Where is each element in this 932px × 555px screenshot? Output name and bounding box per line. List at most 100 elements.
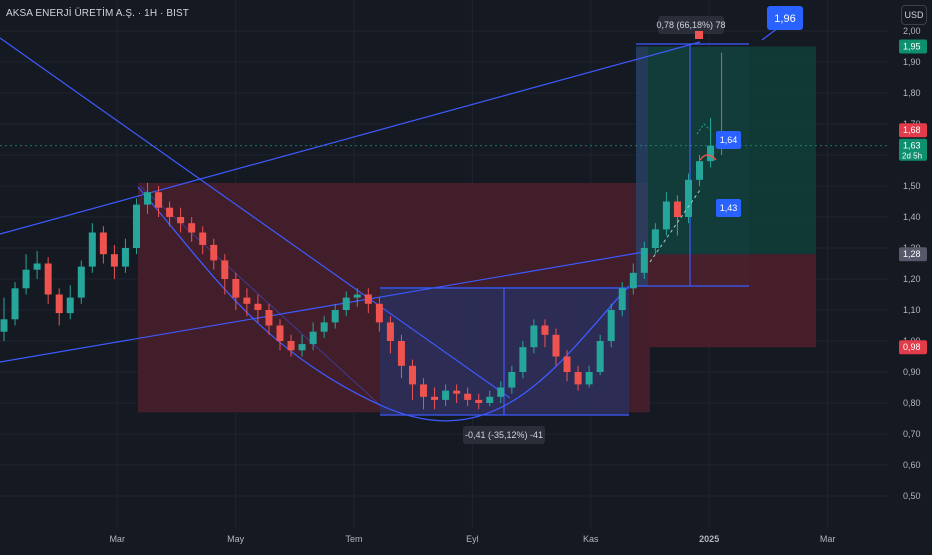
candle — [696, 161, 704, 180]
candle — [144, 192, 152, 205]
candle — [420, 384, 428, 397]
candle — [210, 244, 218, 261]
price-tick-label: 0,70 — [903, 429, 921, 439]
candle — [662, 201, 670, 230]
candle — [475, 399, 483, 403]
candle — [132, 204, 140, 248]
candle — [431, 396, 439, 400]
label-164: 1,64 — [720, 135, 738, 145]
price-badge-label: 0,98 — [903, 342, 921, 352]
candle — [177, 217, 185, 224]
candle — [155, 192, 163, 208]
candle — [508, 372, 516, 388]
chart-title: AKSA ENERJİ ÜRETİM A.Ş. · 1H · BIST — [6, 8, 189, 19]
measure-bottom-label: -0,41 (-35,12%) -41 — [465, 430, 543, 440]
candle — [397, 341, 405, 366]
candle — [287, 341, 295, 351]
price-axis: 2,001,901,801,701,601,501,401,301,201,10… — [888, 0, 932, 550]
candle — [684, 179, 692, 217]
price-tick-label: 0,60 — [903, 460, 921, 470]
time-label: 2025 — [699, 534, 719, 544]
candle — [585, 372, 593, 385]
candle — [11, 288, 19, 320]
chart-area[interactable]: 0,78 (66,18%) 78 -0,41 (-35,12%) -41 1,96 1… — [0, 0, 932, 550]
candle — [651, 229, 659, 248]
time-label: Mar — [820, 534, 836, 544]
price-badge-label: 1,68 — [903, 125, 921, 135]
price-badge-countdown: 2d 5h — [902, 152, 922, 161]
time-label: May — [227, 534, 245, 544]
price-tick-label: 0,90 — [903, 367, 921, 377]
candle — [188, 223, 196, 233]
candle — [254, 303, 262, 310]
price-chart[interactable]: 0,78 (66,18%) 78 -0,41 (-35,12%) -41 1,96 1… — [0, 0, 932, 550]
label-143: 1,43 — [720, 203, 738, 213]
candle — [22, 269, 30, 289]
candle — [33, 263, 41, 270]
candle — [552, 334, 560, 357]
price-badge-label: 1,95 — [903, 42, 921, 52]
candle — [486, 396, 494, 403]
candle — [243, 297, 251, 304]
target-label: 1,96 — [774, 13, 795, 25]
candle — [364, 294, 372, 304]
candle — [386, 322, 394, 341]
price-tick-label: 0,50 — [903, 491, 921, 501]
candle — [596, 341, 604, 372]
time-label: Eyl — [466, 534, 479, 544]
candle — [320, 322, 328, 332]
candle — [276, 325, 284, 341]
candle — [574, 372, 582, 385]
price-tick-label: 1,20 — [903, 274, 921, 284]
measure-top-label: 0,78 (66,18%) 78 — [656, 20, 725, 30]
candle — [44, 263, 52, 295]
candle — [221, 260, 229, 279]
candle — [309, 331, 317, 345]
candle — [265, 310, 273, 326]
candle — [331, 310, 339, 323]
candle — [442, 390, 450, 400]
price-tick-label: 1,90 — [903, 57, 921, 67]
candle — [541, 325, 549, 335]
candle — [629, 272, 637, 289]
time-label: Tem — [345, 534, 362, 544]
candle — [99, 232, 107, 255]
stop-zone — [648, 254, 816, 348]
price-badge-label: 1,28 — [903, 249, 921, 259]
candle — [640, 248, 648, 273]
candle — [121, 248, 129, 267]
candle — [375, 303, 383, 323]
candle — [453, 390, 461, 394]
candle — [342, 297, 350, 310]
time-label: Kas — [583, 534, 599, 544]
time-axis: MarMayTemEylKas2025MarMayTemEylKas2026Ma… — [0, 528, 932, 550]
currency-button[interactable]: USD — [901, 5, 927, 25]
measure-top-marker — [695, 31, 703, 39]
candle — [464, 393, 472, 400]
candle — [497, 387, 505, 397]
price-tick-label: 2,00 — [903, 26, 921, 36]
candle — [530, 325, 538, 348]
price-tick-label: 0,80 — [903, 398, 921, 408]
candle — [66, 297, 74, 314]
price-tick-label: 1,10 — [903, 305, 921, 315]
candle — [408, 365, 416, 385]
time-label: Mar — [109, 534, 125, 544]
candle — [88, 232, 96, 267]
candle — [607, 310, 615, 341]
candle — [55, 294, 63, 314]
candle — [298, 344, 306, 351]
candle — [353, 294, 361, 298]
candle — [618, 288, 626, 310]
candle — [519, 347, 527, 372]
candle — [0, 319, 8, 332]
candle — [166, 207, 174, 217]
candle — [232, 279, 240, 298]
candle — [110, 254, 118, 267]
price-tick-label: 1,80 — [903, 88, 921, 98]
price-badge-label: 1,63 — [903, 141, 921, 151]
target-zone — [648, 46, 816, 255]
candle — [563, 356, 571, 372]
candle — [707, 145, 715, 162]
candle — [77, 266, 85, 298]
